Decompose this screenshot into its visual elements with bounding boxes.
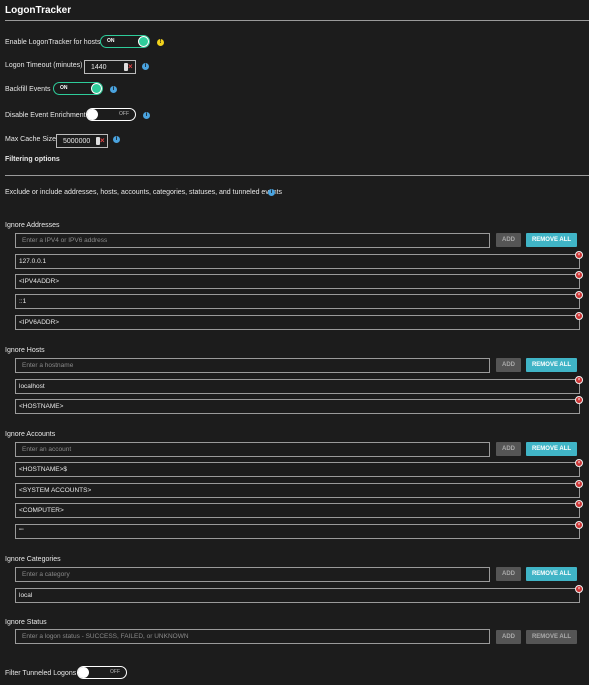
- ignore-addresses-input[interactable]: Enter a IPV4 or IPV6 address: [15, 233, 490, 248]
- ignore-categories-label: Ignore Categories: [5, 556, 61, 563]
- add-button[interactable]: ADD: [496, 358, 521, 372]
- toggle-knob: [91, 83, 102, 94]
- remove-item-icon[interactable]: ×: [575, 291, 583, 299]
- ignore-addresses-label: Ignore Addresses: [5, 222, 60, 229]
- add-button[interactable]: ADD: [496, 630, 521, 644]
- cache-value: 5000000: [63, 138, 91, 145]
- remove-item-icon[interactable]: ×: [575, 585, 583, 593]
- disable-enrichment-toggle[interactable]: OFF: [86, 108, 136, 121]
- filtering-divider: [5, 175, 589, 176]
- list-item: <HOSTNAME>$: [15, 462, 580, 477]
- remove-all-button[interactable]: REMOVE ALL: [526, 442, 577, 456]
- remove-all-button[interactable]: REMOVE ALL: [526, 233, 577, 247]
- ignore-categories-input[interactable]: Enter a category: [15, 567, 490, 582]
- clear-icon[interactable]: ×: [128, 62, 133, 71]
- ignore-accounts-label: Ignore Accounts: [5, 431, 56, 438]
- remove-item-icon[interactable]: ×: [575, 500, 583, 508]
- tunneled-toggle-text: OFF: [110, 669, 120, 675]
- list-item: ::1: [15, 294, 580, 309]
- remove-item-icon[interactable]: ×: [575, 312, 583, 320]
- info-icon: i: [113, 136, 120, 143]
- clear-icon[interactable]: ×: [100, 136, 105, 145]
- list-item: <IPV4ADDR>: [15, 274, 580, 289]
- filtering-heading: Filtering options: [5, 156, 60, 163]
- remove-all-button[interactable]: REMOVE ALL: [526, 358, 577, 372]
- enable-label: Enable LogonTracker for hosts: [5, 39, 101, 46]
- placeholder: Enter a hostname: [22, 362, 74, 369]
- placeholder: Enter a category: [22, 571, 70, 578]
- list-item: <IPV6ADDR>: [15, 315, 580, 330]
- remove-item-icon[interactable]: ×: [575, 396, 583, 404]
- toggle-knob: [138, 36, 149, 47]
- ignore-status-input[interactable]: Enter a logon status - SUCCESS, FAILED, …: [15, 629, 490, 644]
- info-icon: i: [110, 86, 117, 93]
- enable-toggle[interactable]: ON: [100, 35, 150, 48]
- list-item: localhost: [15, 379, 580, 394]
- list-item: <COMPUTER>: [15, 503, 580, 518]
- add-button[interactable]: ADD: [496, 442, 521, 456]
- backfill-toggle[interactable]: ON: [53, 82, 103, 95]
- ignore-status-label: Ignore Status: [5, 619, 47, 626]
- remove-all-button[interactable]: REMOVE ALL: [526, 567, 577, 581]
- filtering-description: Exclude or include addresses, hosts, acc…: [5, 189, 283, 196]
- remove-item-icon[interactable]: ×: [575, 376, 583, 384]
- warning-icon: !: [157, 39, 164, 46]
- disable-enrichment-label: Disable Event Enrichment: [5, 112, 86, 119]
- disable-enrichment-toggle-text: OFF: [119, 111, 129, 117]
- remove-item-icon[interactable]: ×: [575, 521, 583, 529]
- add-button[interactable]: ADD: [496, 567, 521, 581]
- remove-item-icon[interactable]: ×: [575, 459, 583, 467]
- timeout-input[interactable]: 1440 ×: [84, 60, 136, 74]
- info-icon: i: [268, 189, 275, 196]
- remove-item-icon[interactable]: ×: [575, 271, 583, 279]
- remove-all-button[interactable]: REMOVE ALL: [526, 630, 577, 644]
- list-item: "": [15, 524, 580, 539]
- placeholder: Enter a IPV4 or IPV6 address: [22, 237, 108, 244]
- list-item: local: [15, 588, 580, 603]
- timeout-value: 1440: [91, 64, 107, 71]
- toggle-knob: [78, 667, 89, 678]
- tunneled-toggle[interactable]: OFF: [77, 666, 127, 679]
- remove-item-icon[interactable]: ×: [575, 251, 583, 259]
- ignore-hosts-label: Ignore Hosts: [5, 347, 45, 354]
- cache-input[interactable]: 5000000 ×: [56, 134, 108, 148]
- stepper-clear-control[interactable]: ×: [96, 136, 105, 145]
- toggle-knob: [87, 109, 98, 120]
- backfill-toggle-text: ON: [60, 85, 68, 91]
- remove-item-icon[interactable]: ×: [575, 480, 583, 488]
- stepper-clear-control[interactable]: ×: [124, 62, 133, 71]
- backfill-label: Backfill Events: [5, 86, 51, 93]
- tunneled-label: Filter Tunneled Logons: [5, 670, 77, 677]
- ignore-accounts-input[interactable]: Enter an account: [15, 442, 490, 457]
- add-button[interactable]: ADD: [496, 233, 521, 247]
- placeholder: Enter an account: [22, 446, 72, 453]
- info-icon: i: [142, 63, 149, 70]
- ignore-hosts-input[interactable]: Enter a hostname: [15, 358, 490, 373]
- placeholder: Enter a logon status - SUCCESS, FAILED, …: [22, 633, 189, 640]
- timeout-label: Logon Timeout (minutes): [5, 62, 83, 69]
- info-icon: i: [143, 112, 150, 119]
- list-item: 127.0.0.1: [15, 254, 580, 269]
- list-item: <SYSTEM ACCOUNTS>: [15, 483, 580, 498]
- cache-label: Max Cache Size: [5, 136, 56, 143]
- page-title: LogonTracker: [5, 5, 72, 16]
- header-divider: [5, 20, 589, 21]
- list-item: <HOSTNAME>: [15, 399, 580, 414]
- enable-toggle-text: ON: [107, 38, 115, 44]
